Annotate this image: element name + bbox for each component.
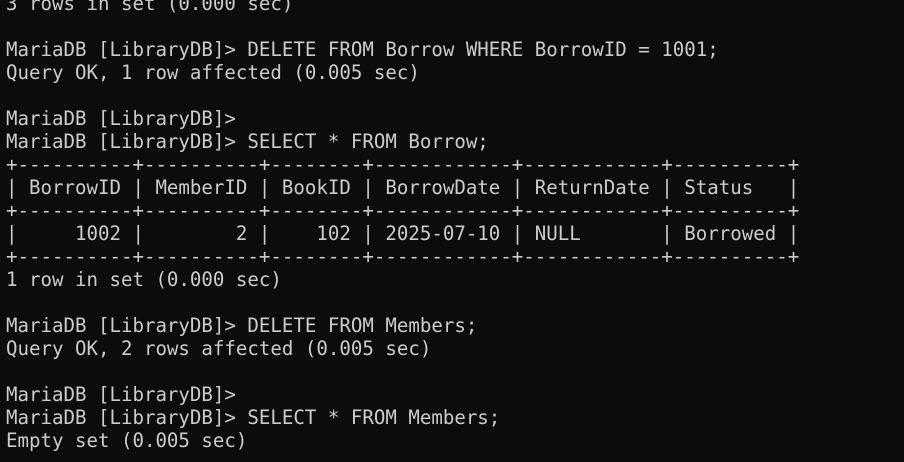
command-line-delete-borrow: MariaDB [LibraryDB]> DELETE FROM Borrow … xyxy=(6,38,719,61)
table-row: | 1002 | 2 | 102 | 2025-07-10 | NULL | B… xyxy=(6,222,800,245)
command-line-delete-members: MariaDB [LibraryDB]> DELETE FROM Members… xyxy=(6,314,478,337)
result-summary-line: 3 rows in set (0.000 sec) xyxy=(6,0,294,15)
command-line-select-borrow: MariaDB [LibraryDB]> SELECT * FROM Borro… xyxy=(6,130,489,153)
command-line-select-members: MariaDB [LibraryDB]> SELECT * FROM Membe… xyxy=(6,406,501,429)
table-border-mid: +----------+----------+--------+--------… xyxy=(6,199,800,222)
empty-set-line: Empty set (0.005 sec) xyxy=(6,429,248,452)
prompt-line: MariaDB [LibraryDB]> xyxy=(6,383,236,406)
query-ok-line: Query OK, 2 rows affected (0.005 sec) xyxy=(6,337,432,360)
table-border-top: +----------+----------+--------+--------… xyxy=(6,153,800,176)
terminal-output[interactable]: 3 rows in set (0.000 sec) MariaDB [Libra… xyxy=(0,0,904,462)
table-header-row: | BorrowID | MemberID | BookID | BorrowD… xyxy=(6,176,800,199)
table-border-bottom: +----------+----------+--------+--------… xyxy=(6,245,800,268)
query-ok-line: Query OK, 1 row affected (0.005 sec) xyxy=(6,61,420,84)
result-summary-line: 1 row in set (0.000 sec) xyxy=(6,268,282,291)
prompt-line: MariaDB [LibraryDB]> xyxy=(6,107,236,130)
